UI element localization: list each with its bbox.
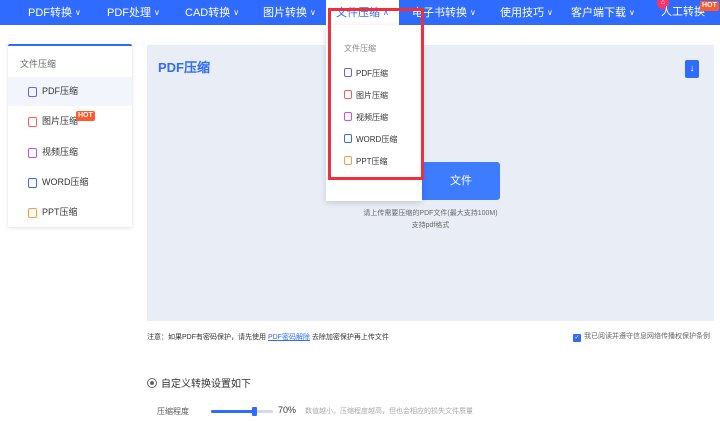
sidebar-item-word-compress[interactable]: WORD压缩: [8, 168, 132, 197]
pdf-password-remove-link[interactable]: PDF密码解除: [268, 334, 310, 341]
word-compress-icon: [28, 178, 37, 188]
chevron-down-icon: ∨: [310, 8, 316, 17]
compression-slider[interactable]: [211, 407, 273, 416]
sidebar-title: 文件压缩: [20, 59, 57, 69]
upload-panel[interactable]: PDF压缩 ↓ 文件 请上传需要压缩的PDF文件(最大支持100M) 支持pdf…: [147, 45, 714, 321]
password-note: 注意：如果PDF有密码保护，请先使用 PDF密码解除 去除加密保护再上传文件: [147, 334, 389, 341]
slider-fill: [211, 410, 255, 413]
highlight-frame: [328, 8, 424, 180]
settings-title: 自定义转换设置如下: [147, 375, 251, 390]
compression-value: 70%: [278, 405, 297, 415]
upload-button[interactable]: 文件: [418, 162, 500, 200]
hot-badge: HOT: [76, 111, 95, 121]
chevron-down-icon: ∨: [470, 8, 476, 17]
video-compress-icon: [28, 148, 37, 158]
hot-badge: HOT: [700, 1, 719, 11]
compression-label: 压缩程度: [157, 407, 189, 416]
sidebar-item-pdf-compress[interactable]: PDF压缩: [8, 77, 132, 106]
chevron-down-icon: ∨: [154, 8, 160, 17]
chevron-down-icon: ∨: [547, 8, 553, 17]
sidebar-item-image-compress[interactable]: 图片压缩 HOT: [8, 107, 132, 136]
sidebar-item-ppt-compress[interactable]: PPT压缩: [8, 198, 132, 227]
chevron-down-icon: ∨: [629, 8, 635, 17]
sidebar-item-video-compress[interactable]: 视频压缩: [8, 138, 132, 167]
sidebar: 文件压缩 PDF压缩 图片压缩 HOT 视频压缩 WORD压缩 PPT压缩: [8, 44, 132, 227]
download-icon[interactable]: ↓: [685, 60, 699, 78]
format-hint: 支持pdf格式: [411, 222, 450, 229]
nav-pdf-process[interactable]: PDF处理 ∨: [107, 0, 160, 25]
nav-pdf-convert[interactable]: PDF转换 ∨: [28, 0, 81, 25]
compression-description: 数值越小，压缩程度越高，但也会相应的损失文件质量: [305, 408, 473, 415]
agreement[interactable]: ✓ 我已阅读并遵守信息网络传播权保护条例: [573, 331, 710, 342]
pdf-compress-icon: [28, 87, 37, 97]
panel-title: PDF压缩: [158, 60, 211, 75]
slider-thumb[interactable]: [252, 407, 258, 416]
nav-cad-convert[interactable]: CAD转换 ∨: [185, 0, 239, 25]
settings-icon: [147, 378, 157, 388]
upload-hint: 请上传需要压缩的PDF文件(最大支持100M): [363, 210, 498, 217]
nav-client-download[interactable]: 客户端下载 ∨: [571, 0, 635, 25]
chevron-down-icon: ∨: [233, 8, 240, 17]
chevron-down-icon: ∨: [75, 8, 81, 17]
nav-manual-convert[interactable]: 人工转换: [661, 0, 705, 25]
ppt-compress-icon: [28, 208, 37, 218]
nav-tips[interactable]: 使用技巧 ∨: [500, 0, 553, 25]
agree-checkbox[interactable]: ✓: [573, 334, 581, 342]
image-compress-icon: [28, 117, 37, 127]
nav-image-convert[interactable]: 图片转换 ∨: [263, 0, 316, 25]
